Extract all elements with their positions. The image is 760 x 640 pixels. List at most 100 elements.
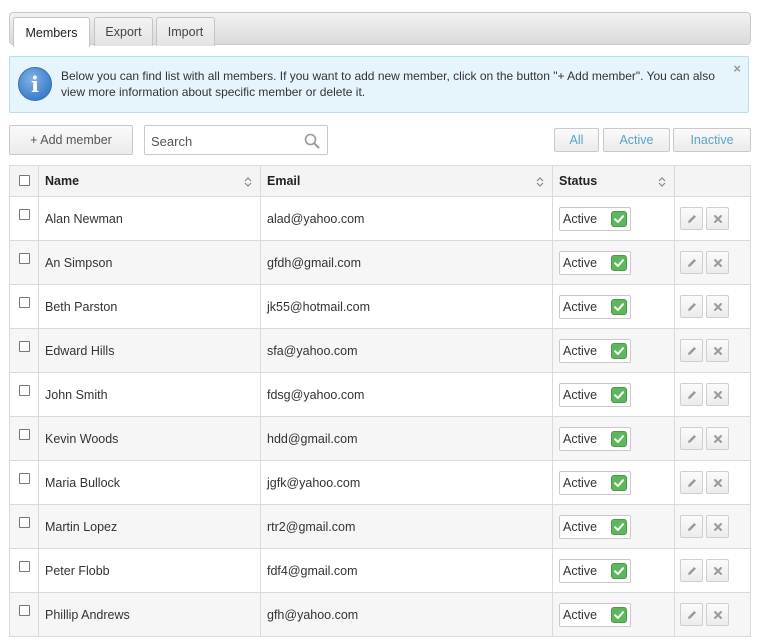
status-label: Active bbox=[563, 519, 598, 534]
tab-label: Export bbox=[105, 25, 142, 39]
pencil-icon bbox=[688, 611, 696, 619]
column-header-label: Name bbox=[45, 174, 80, 188]
add-member-button[interactable]: + Add member bbox=[9, 125, 133, 155]
table-row: Kevin Woods hdd@gmail.com Active bbox=[10, 417, 750, 461]
search-icon[interactable] bbox=[304, 133, 320, 149]
members-table: Name Email Status Alan Newman alad@yahoo… bbox=[9, 165, 751, 637]
member-email: sfa@yahoo.com bbox=[267, 343, 358, 358]
table-row: Maria Bullock jgfk@yahoo.com Active bbox=[10, 461, 750, 505]
status-dropdown[interactable]: Active bbox=[559, 206, 631, 231]
status-label: Active bbox=[563, 387, 598, 402]
delete-button[interactable] bbox=[706, 295, 729, 318]
status-dropdown[interactable]: Active bbox=[559, 426, 631, 451]
close-icon[interactable]: × bbox=[733, 61, 741, 76]
row-checkbox[interactable] bbox=[18, 297, 30, 308]
edit-button[interactable] bbox=[680, 207, 703, 230]
pencil-icon bbox=[688, 391, 696, 399]
delete-button[interactable] bbox=[706, 383, 729, 406]
pencil-icon bbox=[688, 523, 696, 531]
table-row: Peter Flobb fdf4@gmail.com Active bbox=[10, 549, 750, 593]
sort-icon[interactable] bbox=[536, 176, 544, 188]
status-label: Active bbox=[563, 211, 598, 226]
check-icon bbox=[611, 210, 627, 227]
edit-button[interactable] bbox=[680, 603, 703, 626]
check-icon bbox=[611, 430, 627, 447]
delete-button[interactable] bbox=[706, 559, 729, 582]
tab-import[interactable]: Import bbox=[156, 17, 215, 46]
edit-button[interactable] bbox=[680, 515, 703, 538]
edit-button[interactable] bbox=[680, 295, 703, 318]
status-label: Active bbox=[563, 343, 598, 358]
edit-button[interactable] bbox=[680, 339, 703, 362]
sort-icon[interactable] bbox=[658, 176, 666, 188]
row-checkbox[interactable] bbox=[18, 473, 30, 484]
close-icon bbox=[714, 215, 722, 223]
table-row: An Simpson gfdh@gmail.com Active bbox=[10, 241, 750, 285]
tab-label: Import bbox=[167, 25, 204, 39]
close-icon bbox=[714, 479, 722, 487]
table-row: John Smith fdsg@yahoo.com Active bbox=[10, 373, 750, 417]
row-checkbox[interactable] bbox=[18, 385, 30, 396]
column-header-label: Status bbox=[559, 174, 598, 188]
column-header-name[interactable]: Name bbox=[39, 166, 261, 196]
tab-export[interactable]: Export bbox=[94, 17, 153, 46]
delete-button[interactable] bbox=[706, 515, 729, 538]
member-name: Edward Hills bbox=[45, 343, 115, 358]
edit-button[interactable] bbox=[680, 251, 703, 274]
column-header-email[interactable]: Email bbox=[261, 166, 553, 196]
status-dropdown[interactable]: Active bbox=[559, 382, 631, 407]
member-email: alad@yahoo.com bbox=[267, 211, 365, 226]
member-name: Phillip Andrews bbox=[45, 607, 130, 622]
search-box bbox=[144, 125, 328, 155]
status-dropdown[interactable]: Active bbox=[559, 558, 631, 583]
check-icon bbox=[611, 562, 627, 579]
edit-button[interactable] bbox=[680, 383, 703, 406]
delete-button[interactable] bbox=[706, 339, 729, 362]
close-icon bbox=[714, 303, 722, 311]
delete-button[interactable] bbox=[706, 603, 729, 626]
status-dropdown[interactable]: Active bbox=[559, 470, 631, 495]
close-icon bbox=[714, 391, 722, 399]
status-label: Active bbox=[563, 563, 598, 578]
edit-button[interactable] bbox=[680, 559, 703, 582]
row-checkbox[interactable] bbox=[18, 517, 30, 528]
info-alert: i Below you can find list with all membe… bbox=[9, 56, 749, 113]
sort-icon[interactable] bbox=[244, 176, 252, 188]
pencil-icon bbox=[688, 259, 696, 267]
filter-active-button[interactable]: Active bbox=[603, 128, 670, 152]
member-name: Kevin Woods bbox=[45, 431, 119, 446]
tab-label: Members bbox=[25, 25, 78, 40]
row-checkbox[interactable] bbox=[18, 605, 30, 616]
search-input[interactable] bbox=[151, 132, 299, 150]
status-dropdown[interactable]: Active bbox=[559, 514, 631, 539]
row-checkbox[interactable] bbox=[18, 209, 30, 220]
table-header-row: Name Email Status bbox=[10, 166, 750, 197]
row-checkbox[interactable] bbox=[18, 429, 30, 440]
status-dropdown[interactable]: Active bbox=[559, 294, 631, 319]
filter-all-button[interactable]: All bbox=[554, 128, 599, 152]
delete-button[interactable] bbox=[706, 251, 729, 274]
row-checkbox[interactable] bbox=[18, 253, 30, 264]
status-dropdown[interactable]: Active bbox=[559, 338, 631, 363]
edit-button[interactable] bbox=[680, 471, 703, 494]
member-name: Peter Flobb bbox=[45, 563, 110, 578]
status-dropdown[interactable]: Active bbox=[559, 250, 631, 275]
delete-button[interactable] bbox=[706, 207, 729, 230]
filter-inactive-button[interactable]: Inactive bbox=[673, 128, 751, 152]
status-label: Active bbox=[563, 299, 598, 314]
select-all-checkbox[interactable] bbox=[18, 174, 30, 186]
edit-button[interactable] bbox=[680, 427, 703, 450]
close-icon bbox=[714, 435, 722, 443]
delete-button[interactable] bbox=[706, 471, 729, 494]
delete-button[interactable] bbox=[706, 427, 729, 450]
row-checkbox[interactable] bbox=[18, 561, 30, 572]
member-email: fdsg@yahoo.com bbox=[267, 387, 365, 402]
status-dropdown[interactable]: Active bbox=[559, 602, 631, 627]
column-header-label: Email bbox=[267, 174, 301, 188]
column-header-status[interactable]: Status bbox=[553, 166, 675, 196]
check-icon bbox=[611, 342, 627, 359]
tab-members[interactable]: Members bbox=[13, 17, 90, 47]
pencil-icon bbox=[688, 347, 696, 355]
row-checkbox[interactable] bbox=[18, 341, 30, 352]
pencil-icon bbox=[688, 479, 696, 487]
